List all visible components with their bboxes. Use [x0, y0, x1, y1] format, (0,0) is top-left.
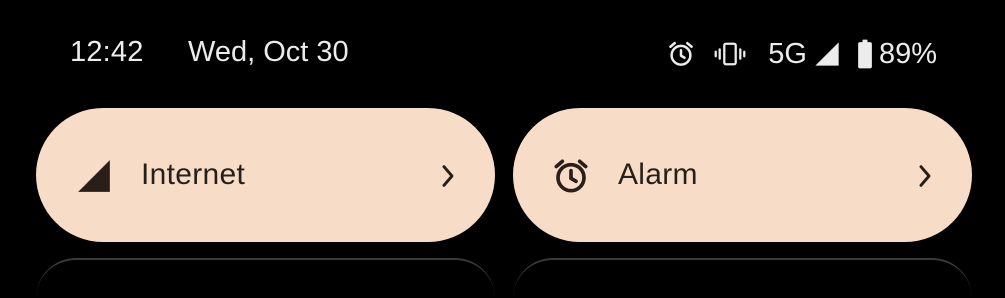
- internet-tile[interactable]: Internet: [36, 108, 495, 242]
- vibrate-icon: [714, 39, 746, 69]
- alarm-icon: [551, 156, 591, 196]
- next-tile-partial[interactable]: [36, 258, 495, 298]
- next-tile-partial[interactable]: [513, 258, 972, 298]
- battery-icon: [857, 39, 873, 69]
- signal-icon: [74, 156, 114, 196]
- status-date: Wed, Oct 30: [188, 36, 349, 68]
- alarm-icon: [666, 39, 696, 69]
- status-icons: 5G 89%: [666, 32, 937, 76]
- status-bar: 12:42 Wed, Oct 30 5G 89%: [0, 0, 1005, 108]
- signal-icon: [813, 40, 841, 68]
- alarm-tile-label: Alarm: [618, 158, 698, 191]
- chevron-right-icon: [916, 163, 934, 189]
- status-time: 12:42: [70, 36, 144, 68]
- alarm-tile[interactable]: Alarm: [513, 108, 972, 242]
- network-type-label: 5G: [768, 37, 807, 70]
- battery-percent: 89%: [878, 37, 937, 70]
- chevron-right-icon: [439, 163, 457, 189]
- internet-tile-label: Internet: [141, 158, 246, 191]
